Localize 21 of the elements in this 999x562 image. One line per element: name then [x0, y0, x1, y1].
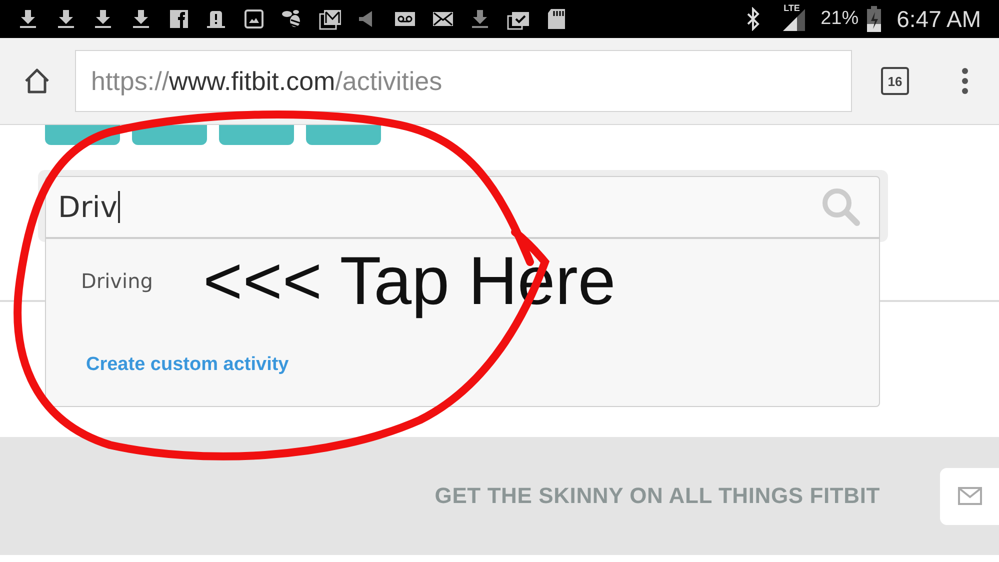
network-label: LTE: [784, 3, 800, 13]
newsletter-heading: GET THE SKINNY ON ALL THINGS FITBIT: [434, 483, 880, 509]
tab-switcher-button[interactable]: 16: [881, 67, 909, 95]
letter-f-icon: [168, 8, 190, 30]
activity-button[interactable]: [132, 125, 207, 145]
bee-icon: [280, 8, 303, 30]
mail-stack-icon: [318, 8, 340, 30]
url-field[interactable]: https://www.fitbit.com/activities: [75, 50, 852, 112]
suggestion-item[interactable]: Driving: [46, 239, 153, 324]
search-field[interactable]: Driv: [45, 176, 880, 238]
email-button[interactable]: [940, 468, 999, 524]
battery-percent: 21%: [820, 8, 859, 30]
envelope-icon: [958, 487, 982, 505]
download-icon: [17, 8, 39, 30]
bluetooth-icon: [744, 7, 761, 31]
alert-icon: [205, 8, 228, 30]
clock-time: 6:47 AM: [896, 6, 981, 32]
image-icon: [243, 8, 266, 30]
search-icon[interactable]: [821, 187, 861, 227]
menu-icon[interactable]: [961, 67, 969, 95]
battery-charging-icon: [866, 6, 881, 32]
